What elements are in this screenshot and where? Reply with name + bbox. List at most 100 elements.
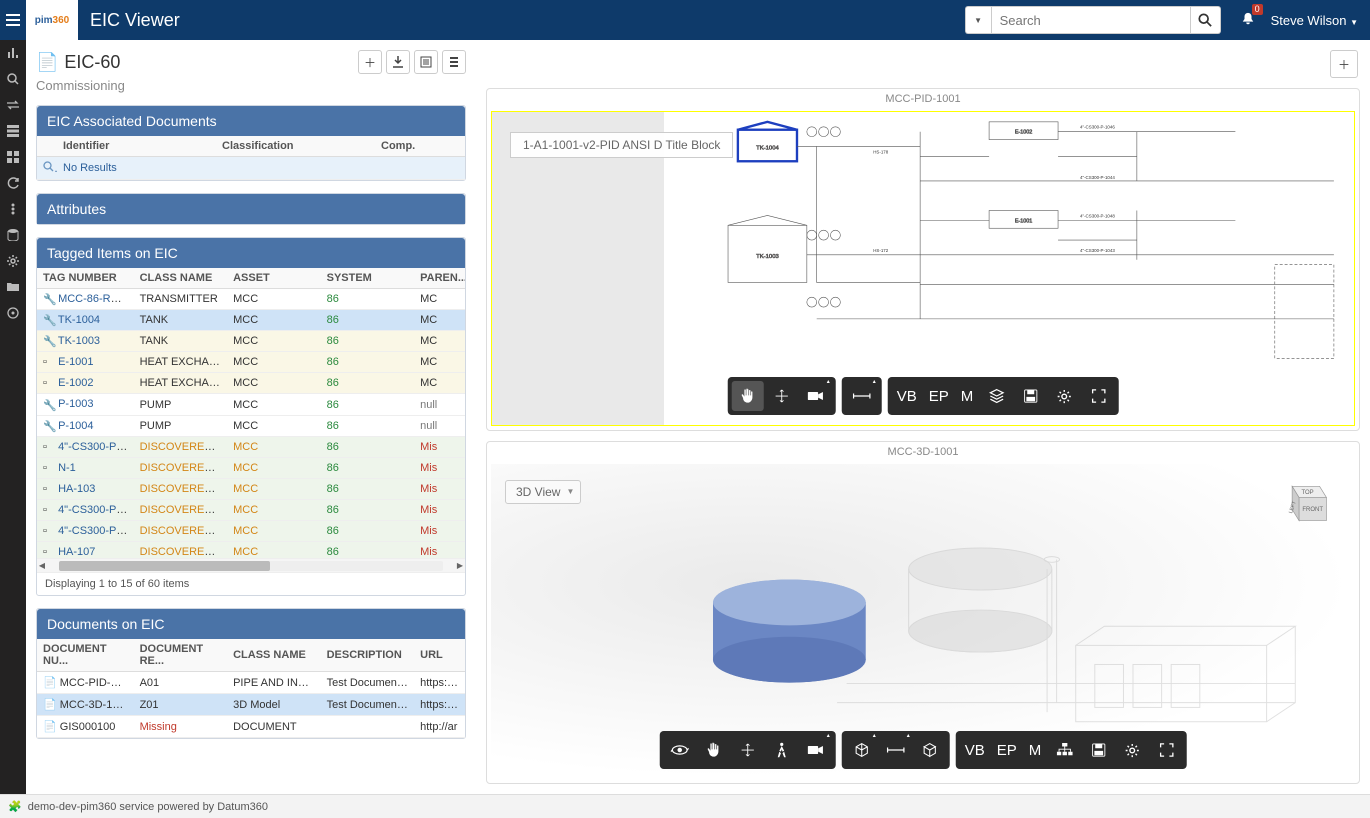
- col-docrev[interactable]: DOCUMENT RE...: [134, 639, 228, 672]
- measure-tool[interactable]: ▴: [880, 735, 912, 765]
- svg-text:TK-1004: TK-1004: [757, 145, 780, 151]
- sidebar-db[interactable]: [0, 222, 26, 248]
- fullscreen-button[interactable]: [1082, 381, 1114, 411]
- m-button[interactable]: M: [1024, 735, 1047, 765]
- sidebar-swap[interactable]: [0, 92, 26, 118]
- sidebar-help[interactable]: [0, 300, 26, 326]
- tree-button[interactable]: [1048, 735, 1080, 765]
- col-parent[interactable]: PAREN...: [414, 268, 465, 289]
- m-button[interactable]: M: [956, 381, 979, 411]
- download-button[interactable]: [386, 50, 410, 74]
- hscroll[interactable]: ◀ ▶: [37, 558, 465, 572]
- col-classification[interactable]: Classification: [216, 136, 375, 157]
- notifications-button[interactable]: 0: [1241, 12, 1255, 29]
- pan-tool[interactable]: [698, 735, 730, 765]
- col-asset[interactable]: ASSET: [227, 268, 321, 289]
- notif-count: 0: [1252, 4, 1263, 15]
- pid-viewer: MCC-PID-1001 1-A1-1001-v2-PID ANSI D Tit…: [486, 88, 1360, 431]
- table-row[interactable]: 📄 GIS000100MissingDOCUMENThttp://ar: [37, 716, 465, 738]
- save-view-button[interactable]: [1014, 381, 1046, 411]
- footer: 🧩 demo-dev-pim360 service powered by Dat…: [0, 794, 1370, 818]
- svg-text:HS-172: HS-172: [874, 248, 890, 253]
- 3d-view-dropdown[interactable]: 3D View: [505, 480, 581, 504]
- move-tool[interactable]: [766, 381, 798, 411]
- settings-button[interactable]: [1116, 735, 1148, 765]
- table-row[interactable]: ▫ HA-107DISCOVERED TAGGEMCC86Mis: [37, 542, 465, 558]
- sidebar-settings[interactable]: [0, 248, 26, 274]
- col-system[interactable]: SYSTEM: [321, 268, 415, 289]
- page-subtitle: Commissioning: [36, 78, 466, 93]
- sidebar: [0, 40, 26, 794]
- search-filter-dropdown[interactable]: ▼: [965, 6, 991, 34]
- sidebar-more[interactable]: [0, 196, 26, 222]
- doc-icon: 📄: [36, 52, 58, 73]
- orbit-tool[interactable]: [664, 735, 696, 765]
- explode-tool[interactable]: [914, 735, 946, 765]
- ep-button[interactable]: EP: [924, 381, 954, 411]
- vb-button[interactable]: VB: [960, 735, 990, 765]
- panel-header[interactable]: Attributes: [37, 194, 465, 224]
- fullscreen-button[interactable]: [1150, 735, 1182, 765]
- table-row[interactable]: 🔧 TK-1004TANKMCC86MC: [37, 310, 465, 331]
- sidebar-sync[interactable]: [0, 170, 26, 196]
- section-tool[interactable]: ▴: [846, 735, 878, 765]
- svg-text:FRONT: FRONT: [1302, 507, 1323, 513]
- table-row[interactable]: ▫ HA-103DISCOVERED TAGGEMCC86Mis: [37, 478, 465, 499]
- measure-tool[interactable]: ▴: [846, 381, 878, 411]
- walk-tool[interactable]: [766, 735, 798, 765]
- table-row[interactable]: ▫ 4"-CS300-P-1038DISCOVERED TAGGEMCC86Mi…: [37, 436, 465, 457]
- layers-button[interactable]: [980, 381, 1012, 411]
- col-comp[interactable]: Comp.: [375, 136, 435, 157]
- svg-text:E-1002: E-1002: [1015, 130, 1032, 136]
- col-url[interactable]: URL: [414, 639, 465, 672]
- settings-button[interactable]: [1048, 381, 1080, 411]
- search-input[interactable]: [991, 6, 1191, 34]
- table-row[interactable]: 🔧 TK-1003TANKMCC86MC: [37, 331, 465, 352]
- camera-tool[interactable]: ▴: [800, 381, 832, 411]
- table-row[interactable]: ▫ N-1DISCOVERED TAGGEMCC86Mis: [37, 457, 465, 478]
- 3d-viewer: MCC-3D-1001 3D View TOP LEFT FRONT: [486, 441, 1360, 784]
- svg-text:HS-178: HS-178: [874, 149, 890, 154]
- table-row[interactable]: 🔧 P-1004PUMPMCC86null: [37, 415, 465, 436]
- user-menu[interactable]: Steve Wilson ▼: [1271, 13, 1358, 28]
- col-tagnumber[interactable]: TAG NUMBER: [37, 268, 134, 289]
- search-button[interactable]: [1191, 6, 1221, 34]
- 3d-canvas[interactable]: 3D View TOP LEFT FRONT: [491, 464, 1355, 779]
- table-row[interactable]: ▫ E-1001HEAT EXCHANGERMCC86MC: [37, 352, 465, 373]
- sidebar-search[interactable]: [0, 66, 26, 92]
- pid-canvas[interactable]: 1-A1-1001-v2-PID ANSI D Title Block TK-1…: [491, 111, 1355, 426]
- viewer-title: MCC-PID-1001: [487, 89, 1359, 113]
- table-row[interactable]: 📄 MCC-PID-1001A01PIPE AND INSTRUMETest D…: [37, 672, 465, 694]
- sidebar-charts[interactable]: [0, 40, 26, 66]
- col-classname[interactable]: CLASS NAME: [227, 639, 321, 672]
- detail-view-button[interactable]: [414, 50, 438, 74]
- save-view-button[interactable]: [1082, 735, 1114, 765]
- col-identifier[interactable]: Identifier: [57, 136, 216, 157]
- nav-cube[interactable]: TOP LEFT FRONT: [1275, 476, 1335, 531]
- sidebar-folder[interactable]: [0, 274, 26, 300]
- move-tool[interactable]: [732, 735, 764, 765]
- list-view-button[interactable]: [442, 50, 466, 74]
- search-icon[interactable]: [37, 157, 57, 180]
- sidebar-grid[interactable]: [0, 144, 26, 170]
- vb-button[interactable]: VB: [892, 381, 922, 411]
- svg-text:4"-CS300-P-1048: 4"-CS300-P-1048: [1080, 213, 1115, 218]
- table-row[interactable]: 🔧 MCC-86-RXQ-920...TRANSMITTERMCC86MC: [37, 289, 465, 310]
- add-button[interactable]: ＋: [358, 50, 382, 74]
- pan-tool[interactable]: [732, 381, 764, 411]
- ep-button[interactable]: EP: [992, 735, 1022, 765]
- table-row[interactable]: 📄 MCC-3D-1001Z013D ModelTest Document 5h…: [37, 694, 465, 716]
- sidebar-list[interactable]: [0, 118, 26, 144]
- table-row[interactable]: 🔧 P-1003PUMPMCC86null: [37, 394, 465, 415]
- svg-text:4"-CS300-P-1044: 4"-CS300-P-1044: [1080, 175, 1115, 180]
- table-row[interactable]: ▫ 4"-CS300-P-1039DISCOVERED TAGGEMCC86Mi…: [37, 499, 465, 520]
- col-docnum[interactable]: DOCUMENT NU...: [37, 639, 134, 672]
- menu-toggle[interactable]: [0, 0, 26, 40]
- add-viewer-button[interactable]: ＋: [1330, 50, 1358, 78]
- svg-text:4"-CS300-P-1046: 4"-CS300-P-1046: [1080, 125, 1115, 130]
- table-row[interactable]: ▫ 4"-CS300-P-1040DISCOVERED TAGGEMCC86Mi…: [37, 521, 465, 542]
- col-classname[interactable]: CLASS NAME: [134, 268, 228, 289]
- table-row[interactable]: ▫ E-1002HEAT EXCHANGERMCC86MC: [37, 373, 465, 394]
- camera-tool[interactable]: ▴: [800, 735, 832, 765]
- col-desc[interactable]: DESCRIPTION: [321, 639, 415, 672]
